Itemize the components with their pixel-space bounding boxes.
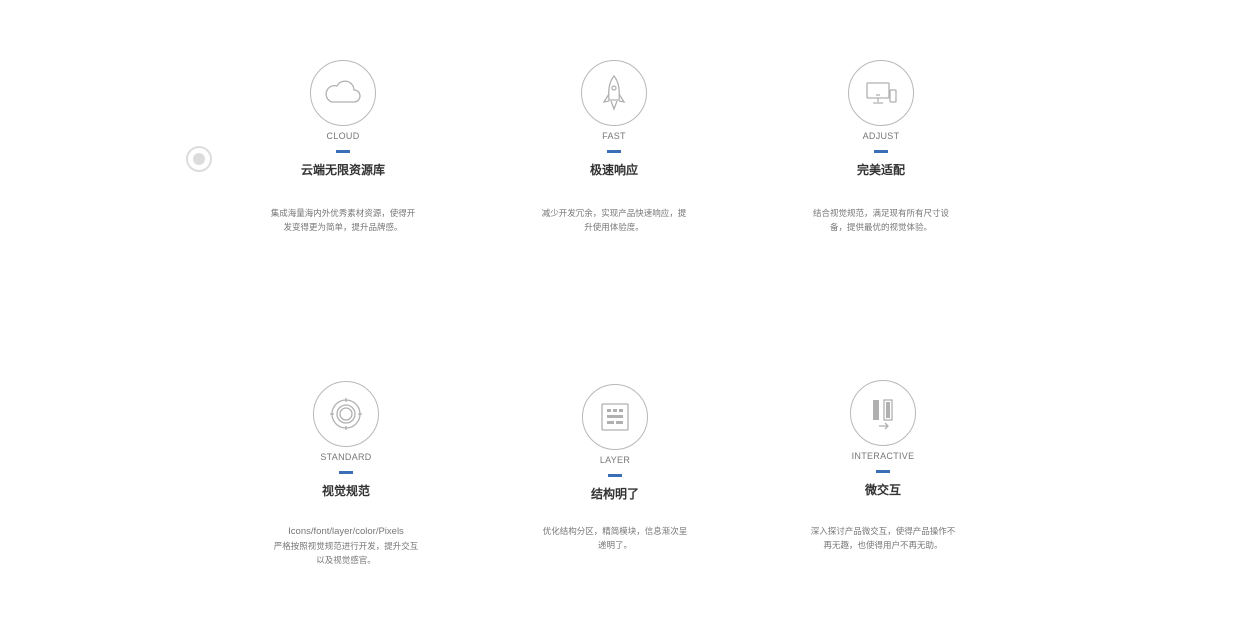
feature-tag: LAYER (599, 455, 631, 465)
feature-desc: 深入探讨产品微交互，使得产品操作不 再无趣，也使得用户不再无助。 (795, 524, 971, 552)
indicator-dot[interactable] (186, 146, 212, 172)
desc-line: 结合视觉规范，满足现有所有尺寸设 (812, 208, 949, 218)
accent-bar (607, 150, 621, 153)
feature-title: 微交互 (864, 483, 901, 497)
desc-line: 严格按照视觉规范进行开发，提升交互 (273, 541, 419, 551)
feature-tag: FAST (602, 131, 626, 141)
feature-adjust: ADJUST 完美适配 结合视觉规范，满足现有所有尺寸设 备，提供最优的视觉体验… (781, 60, 981, 234)
target-icon (313, 381, 379, 447)
feature-standard: STANDARD 视觉规范 Icons/font/layer/color/Pix… (246, 381, 446, 567)
feature-tag: ADJUST (862, 131, 900, 141)
cloud-icon (310, 60, 376, 126)
indicator-dot-inner (193, 153, 205, 165)
feature-title: 完美适配 (856, 163, 905, 177)
accent-bar (874, 150, 888, 153)
feature-tag: STANDARD (320, 452, 372, 462)
accent-bar (339, 471, 353, 474)
desc-line: 递明了。 (597, 540, 632, 550)
desc-line: 升使用体验度。 (584, 222, 644, 232)
feature-title: 云端无限资源库 (300, 163, 385, 177)
accent-bar (336, 150, 350, 153)
interaction-icon (850, 380, 916, 446)
feature-cloud: CLOUD 云端无限资源库 集成海量海内外优秀素材资源，使得开 发变得更为简单，… (243, 60, 443, 234)
desc-line: Icons/font/layer/color/Pixels (288, 526, 404, 537)
feature-desc: 集成海量海内外优秀素材资源，使得开 发变得更为简单，提升品牌感。 (255, 206, 431, 234)
feature-desc: 减少开发冗余，实现产品快速响应，提 升使用体验度。 (526, 206, 702, 234)
feature-desc: Icons/font/layer/color/Pixels 严格按照视觉规范进行… (258, 525, 434, 567)
accent-bar (608, 474, 622, 477)
desc-line: 优化结构分区，精简模块，信息渐次呈 (542, 526, 688, 536)
feature-interactive: INTERACTIVE 微交互 深入探讨产品微交互，使得产品操作不 再无趣，也使… (783, 380, 983, 552)
desc-line: 以及视觉感官。 (316, 555, 376, 565)
feature-desc: 优化结构分区，精简模块，信息渐次呈 递明了。 (527, 524, 703, 552)
desc-line: 备，提供最优的视觉体验。 (829, 222, 932, 232)
desc-line: 集成海量海内外优秀素材资源，使得开 (270, 208, 416, 218)
feature-title: 结构明了 (590, 487, 639, 501)
desc-line: 深入探讨产品微交互，使得产品操作不 (810, 526, 956, 536)
feature-tag: INTERACTIVE (851, 451, 915, 461)
rocket-icon (581, 60, 647, 126)
devices-icon (848, 60, 914, 126)
feature-layer: LAYER 结构明了 优化结构分区，精简模块，信息渐次呈 递明了。 (515, 384, 715, 552)
accent-bar (876, 470, 890, 473)
feature-title: 极速响应 (589, 163, 638, 177)
desc-line: 再无趣，也使得用户不再无助。 (823, 540, 943, 550)
feature-fast: FAST 极速响应 减少开发冗余，实现产品快速响应，提 升使用体验度。 (514, 60, 714, 234)
desc-line: 减少开发冗余，实现产品快速响应，提 (541, 208, 687, 218)
layout-icon (582, 384, 648, 450)
feature-desc: 结合视觉规范，满足现有所有尺寸设 备，提供最优的视觉体验。 (793, 206, 969, 234)
feature-title: 视觉规范 (321, 484, 370, 498)
desc-line: 发变得更为简单，提升品牌感。 (283, 222, 403, 232)
feature-tag: CLOUD (326, 131, 360, 141)
